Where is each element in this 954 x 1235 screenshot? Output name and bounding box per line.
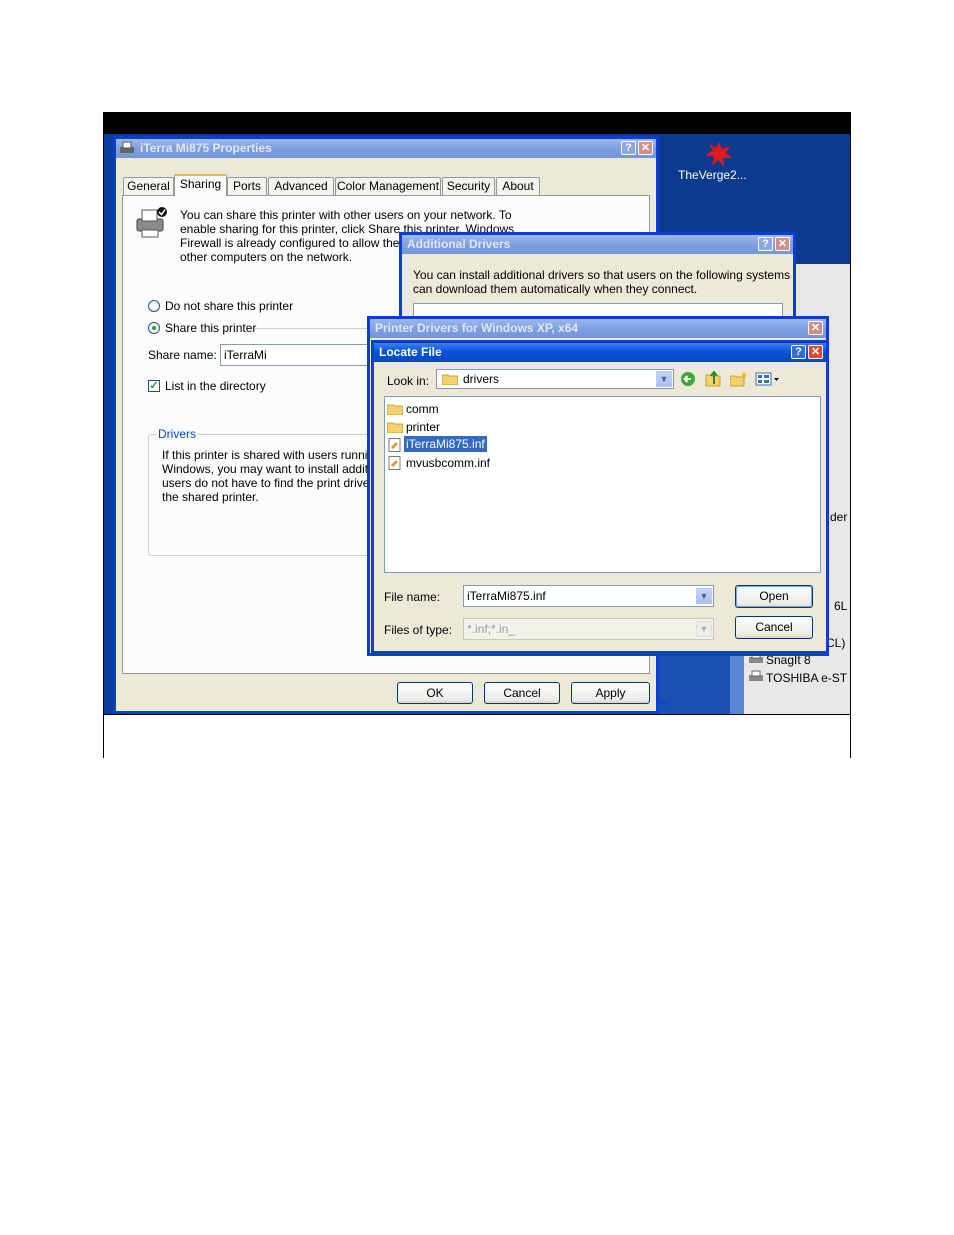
help-button[interactable]: ?	[791, 345, 806, 359]
printer-icon	[749, 670, 763, 681]
apply-button[interactable]: Apply	[571, 682, 650, 704]
folder-icon	[387, 404, 403, 415]
list-in-directory-label[interactable]: List in the directory	[165, 379, 266, 393]
chevron-down-icon[interactable]: ▼	[696, 621, 712, 637]
look-in-value: drivers	[463, 372, 500, 386]
view-menu-icon[interactable]	[755, 371, 781, 387]
screenshot-frame: TheVerge2... der 6L CL) SnagIt 8 TOSHIBA…	[103, 112, 851, 758]
additional-drivers-text: You can install additional drivers so th…	[413, 268, 791, 282]
share-name-input[interactable]: iTerraMi	[220, 344, 380, 366]
file-name-label: File name:	[384, 590, 441, 604]
black-top-bar	[104, 113, 850, 134]
up-folder-icon[interactable]	[705, 370, 722, 387]
strip-fragment: 6L	[834, 599, 848, 613]
caption-area	[104, 714, 850, 758]
close-button[interactable]: ✕	[808, 345, 823, 359]
file-type-dropdown[interactable]: *.inf;*.in_ ▼	[463, 618, 714, 640]
chevron-down-icon[interactable]: ▼	[656, 371, 672, 387]
share-printer-radio[interactable]	[148, 322, 160, 334]
desktop-screenshot: TheVerge2... der 6L CL) SnagIt 8 TOSHIBA…	[104, 134, 850, 714]
tab-color-management[interactable]: Color Management	[335, 177, 441, 195]
cancel-button[interactable]: Cancel	[735, 616, 813, 639]
tab-sharing[interactable]: Sharing	[174, 174, 227, 196]
new-folder-icon[interactable]	[730, 371, 748, 387]
back-icon[interactable]	[680, 371, 696, 387]
locate-file-title: Locate File	[379, 345, 442, 359]
list-item-label: mvusbcomm.inf	[406, 456, 491, 470]
look-in-dropdown[interactable]: drivers ▼	[436, 369, 674, 389]
do-not-share-radio[interactable]	[148, 300, 160, 312]
tab-security[interactable]: Security	[442, 177, 495, 195]
drivers-text-line: If this printer is shared with users run…	[162, 448, 375, 462]
folder-icon	[387, 422, 403, 433]
drivers-text-line: users do not have to find the print driv…	[162, 476, 370, 490]
shared-printer-icon	[136, 207, 167, 238]
ok-button[interactable]: OK	[397, 682, 473, 704]
close-button[interactable]: ✕	[808, 321, 823, 335]
properties-titlebar: iTerra Mi875 Properties ? ✕	[116, 139, 656, 158]
strip-fragment: er	[660, 696, 671, 710]
inf-file-icon	[388, 456, 401, 470]
file-name-input[interactable]: iTerraMi875.inf ▼	[463, 585, 714, 607]
file-type-label: Files of type:	[384, 623, 453, 637]
drivers-text-line: the shared printer.	[162, 490, 259, 504]
look-in-label: Look in:	[387, 374, 430, 388]
theverge-label[interactable]: TheVerge2...	[678, 168, 768, 182]
close-button[interactable]: ✕	[775, 237, 790, 251]
tab-about[interactable]: About	[496, 177, 540, 195]
additional-drivers-text: can download them automatically when the…	[413, 282, 698, 296]
share-name-label: Share name:	[148, 348, 217, 362]
printer-toshiba[interactable]: TOSHIBA e-ST	[766, 671, 847, 685]
help-button[interactable]: ?	[621, 141, 636, 155]
additional-drivers-titlebar: Additional Drivers ? ✕	[402, 235, 793, 254]
share-printer-label[interactable]: Share this printer	[165, 321, 256, 335]
list-item-label: iTerraMi875.inf	[404, 436, 487, 452]
tab-ports[interactable]: Ports	[227, 177, 267, 195]
file-list[interactable]: comm printer iTerraMi875.inf mvusbcomm.i…	[384, 396, 821, 573]
folder-icon	[442, 374, 458, 385]
sharing-intro-line: other computers on the network.	[180, 250, 353, 264]
inf-file-icon	[388, 438, 401, 452]
additional-drivers-title: Additional Drivers	[407, 237, 511, 251]
file-name-value: iTerraMi875.inf	[467, 589, 546, 603]
list-item-label: comm	[406, 402, 439, 416]
open-button[interactable]: Open	[735, 585, 813, 608]
list-in-directory-checkbox[interactable]: ✓	[148, 380, 160, 392]
strip-fragment: der	[830, 510, 848, 524]
theverge-icon[interactable]	[704, 140, 734, 168]
sharing-intro-line: You can share this printer with other us…	[180, 208, 512, 222]
properties-title: iTerra Mi875 Properties	[140, 141, 272, 155]
locate-file-window: Locate File ? ✕ Look in: drivers ▼ comm	[371, 340, 829, 654]
drivers-group-title: Drivers	[156, 427, 198, 441]
close-button[interactable]: ✕	[638, 141, 653, 155]
do-not-share-label[interactable]: Do not share this printer	[165, 299, 293, 313]
cancel-button[interactable]: Cancel	[484, 682, 560, 704]
file-type-value: *.inf;*.in_	[467, 622, 516, 636]
sharing-intro-line: Firewall is already configured to allow …	[180, 236, 400, 250]
locate-file-titlebar: Locate File ? ✕	[374, 343, 826, 362]
drivers-text-line: Windows, you may want to install additi	[162, 462, 371, 476]
tab-general[interactable]: General	[123, 177, 174, 195]
list-item-label: printer	[406, 420, 441, 434]
help-button[interactable]: ?	[758, 237, 773, 251]
printer-drivers-titlebar: Printer Drivers for Windows XP, x64 ✕	[370, 319, 826, 338]
chevron-down-icon[interactable]: ▼	[696, 588, 712, 604]
printer-icon	[120, 141, 134, 153]
tab-advanced[interactable]: Advanced	[268, 177, 334, 195]
printer-drivers-title: Printer Drivers for Windows XP, x64	[375, 321, 579, 335]
